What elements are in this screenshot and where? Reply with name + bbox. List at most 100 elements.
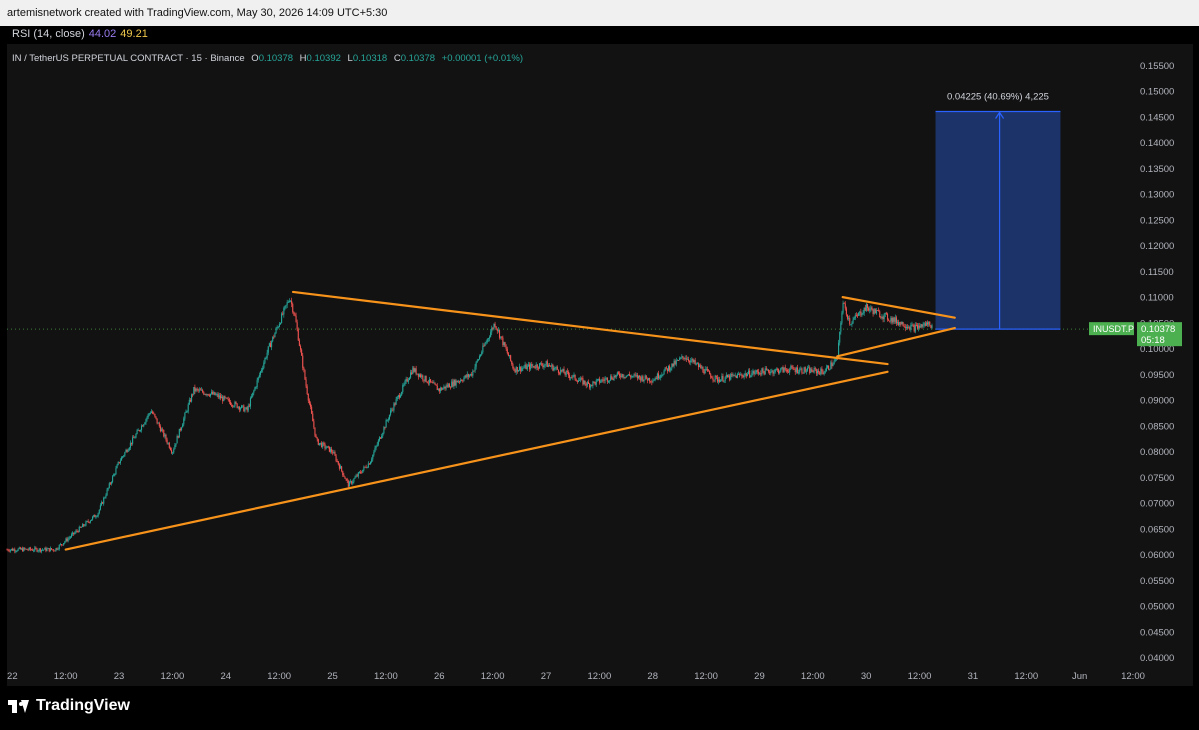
candle-body [800,368,802,370]
candle-body [287,301,289,303]
candle-body [8,550,10,552]
candle-body [513,368,515,371]
candle-body [450,387,452,389]
candle-body [345,478,347,480]
candle-body [637,375,640,379]
candle-body [784,367,786,370]
trendlines[interactable] [64,290,956,551]
price-axis[interactable]: 0.15500 0.15000 0.14500 0.14000 0.13500 0.130… [1140,61,1174,664]
candle-body [697,363,700,368]
candle-body [564,373,566,375]
candle-body [742,376,744,378]
candle-body [198,389,200,391]
candle-body [289,300,292,302]
candle-body [248,405,250,407]
time-tick-label: 29 [754,671,765,682]
rsi-legend[interactable]: RSI (14, close) 44.02 49.21 [12,28,148,40]
candle-body [587,381,590,384]
candle-body [44,547,46,550]
candle-body [793,369,795,370]
time-axis[interactable]: 22 12:00 23 12:00 24 12:00 25 12:00 26 12:00 27 12:… [7,671,1145,682]
candle-body [179,428,181,431]
candle-body [538,363,541,369]
candle-body [805,370,807,372]
candle-body [484,343,486,346]
time-tick-label: 23 [114,671,125,682]
candle-body [422,375,424,380]
candle-body [46,548,48,551]
candle-body [140,425,143,431]
candle-body [620,376,622,377]
candle-body [199,389,201,391]
candle-body [676,360,678,361]
candle-body [750,376,752,378]
candle-body [661,375,663,376]
candle-body [45,547,47,551]
candle-body [624,376,626,378]
symbol-legend[interactable]: IN / TetherUS PERPETUAL CONTRACT · 15 · … [12,53,523,64]
candle-body [702,367,704,372]
candle-body [649,378,651,382]
candle-body [679,358,681,361]
candle-body [108,483,110,488]
time-tick-label: 12:00 [481,671,505,682]
candle-body [308,400,310,404]
candle-body [776,369,779,371]
candle-body [524,364,526,368]
candle-body [726,374,728,378]
candle-body [382,433,384,437]
candle-body [232,405,234,407]
candle-body [356,475,358,477]
candle-body [490,332,492,338]
candle-body [583,380,585,385]
candle-body [125,449,127,453]
candle-body [86,520,88,522]
candle-body [869,308,871,311]
candle-body [191,394,193,402]
candle-body [830,362,832,370]
candle-body [593,381,595,383]
candle-body [70,534,73,537]
candle-body [95,516,97,518]
candle-body [779,371,781,374]
candle-body [894,317,896,322]
candle-body [749,370,751,377]
candle-body [523,367,525,369]
tradingview-logo[interactable]: TradingView [8,697,130,715]
candle-body [83,524,85,526]
price-tag-countdown: 05:18 [1141,335,1165,346]
candle-body [464,375,466,378]
candle-body [834,359,836,361]
candle-body [846,314,849,319]
price-chart[interactable]: 0.15500 0.15000 0.14500 0.14000 0.13500 0.130… [0,0,1199,730]
time-tick-label: 12:00 [161,671,185,682]
candle-body [139,430,141,431]
candle-body [493,323,495,329]
candle-body [832,364,834,367]
candle-body [333,452,335,454]
candle-body [748,370,750,374]
candle-body [871,307,873,311]
candle-body [808,367,810,369]
candle-body [331,448,333,452]
candle-body [217,394,219,398]
candle-body [680,357,682,359]
candle-body [254,387,256,391]
candle-body [526,365,528,370]
candle-body [595,380,597,385]
candle-body [740,374,742,376]
candle-body [558,372,561,374]
candle-body [143,424,145,427]
candle-body [149,412,151,414]
candle-body [895,317,897,324]
measure-tool[interactable]: 0.04225 (40.69%) 4,225 [935,92,1061,330]
candle-body [204,394,206,395]
candle-body [297,329,299,341]
candle-body [486,339,488,343]
candle-body [20,548,23,550]
candle-body [586,381,588,386]
candle-body [794,369,796,373]
time-tick-label: 31 [968,671,979,682]
candle-body [707,370,710,372]
candle-body [656,373,658,380]
